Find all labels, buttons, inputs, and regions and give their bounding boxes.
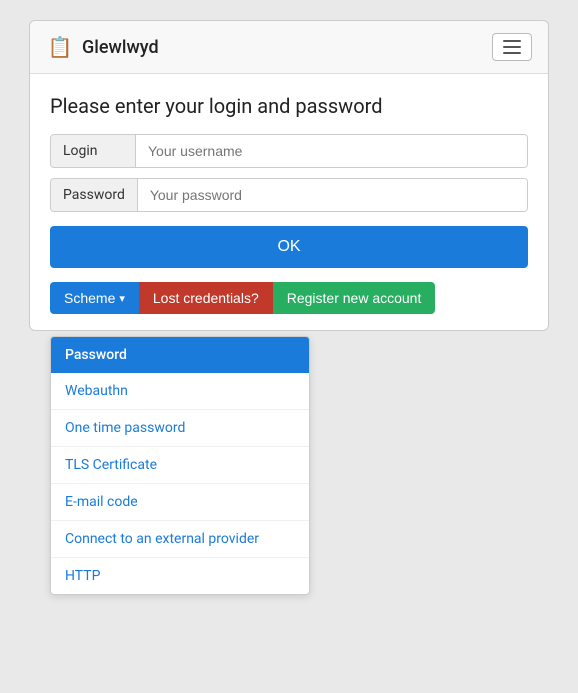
dropdown-header: Password bbox=[51, 337, 309, 373]
dropdown-item-email[interactable]: E-mail code bbox=[51, 484, 309, 521]
username-input[interactable] bbox=[136, 135, 527, 167]
brand-icon: 📋 bbox=[46, 33, 74, 61]
brand-name: Glewlwyd bbox=[82, 37, 159, 58]
register-button[interactable]: Register new account bbox=[273, 282, 436, 314]
username-label: Login bbox=[51, 135, 136, 167]
scheme-button[interactable]: Scheme bbox=[50, 282, 139, 314]
hamburger-line-3 bbox=[503, 52, 521, 54]
dropdown-item-webauthn[interactable]: Webauthn bbox=[51, 373, 309, 410]
username-group: Login bbox=[50, 134, 528, 168]
card-header: 📋 Glewlwyd bbox=[30, 21, 548, 74]
login-card: 📋 Glewlwyd Please enter your login and p… bbox=[29, 20, 549, 331]
brand: 📋 Glewlwyd bbox=[46, 33, 159, 61]
dropdown-item-tls[interactable]: TLS Certificate bbox=[51, 447, 309, 484]
card-body: Please enter your login and password Log… bbox=[30, 74, 548, 330]
dropdown-item-otp[interactable]: One time password bbox=[51, 410, 309, 447]
action-row: Scheme Lost credentials? Register new ac… bbox=[50, 282, 528, 314]
dropdown-item-http[interactable]: HTTP bbox=[51, 558, 309, 594]
hamburger-line-1 bbox=[503, 40, 521, 42]
password-input[interactable] bbox=[138, 179, 527, 211]
password-label: Password bbox=[51, 179, 138, 211]
hamburger-button[interactable] bbox=[492, 33, 532, 61]
page-title: Please enter your login and password bbox=[50, 94, 528, 118]
lost-credentials-button[interactable]: Lost credentials? bbox=[139, 282, 273, 314]
scheme-dropdown: Password Webauthn One time password TLS … bbox=[50, 336, 310, 595]
dropdown-item-external[interactable]: Connect to an external provider bbox=[51, 521, 309, 558]
hamburger-line-2 bbox=[503, 46, 521, 48]
password-group: Password bbox=[50, 178, 528, 212]
ok-button[interactable]: OK bbox=[50, 226, 528, 268]
